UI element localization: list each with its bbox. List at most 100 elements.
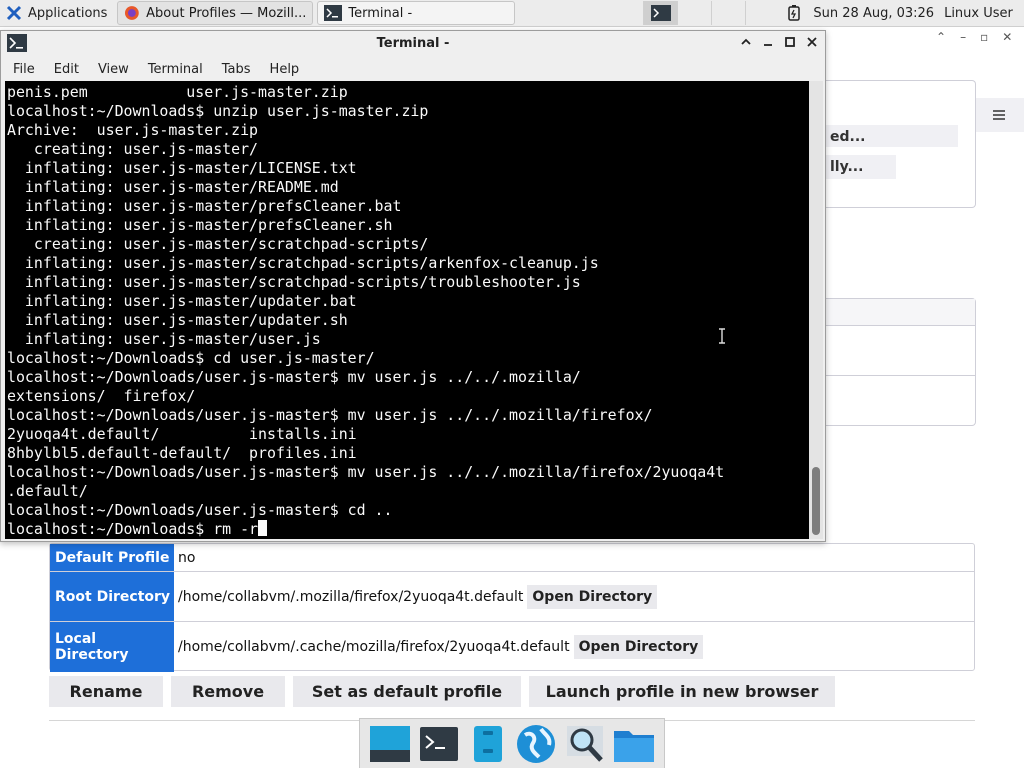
- terminal-line: creating: user.js-master/scratchpad-scri…: [7, 235, 429, 253]
- menu-file[interactable]: File: [1, 58, 42, 80]
- terminal-line: inflating: user.js-master/updater.sh: [7, 311, 348, 329]
- profile-actions: Rename Remove Set as default profile Lau…: [49, 676, 835, 707]
- close-icon[interactable]: [805, 35, 819, 49]
- table-row: Root Directory /home/collabvm/.mozilla/f…: [50, 571, 974, 622]
- open-root-directory-button[interactable]: Open Directory: [527, 585, 658, 609]
- terminal-icon: [650, 5, 671, 21]
- battery-icon: [788, 5, 801, 21]
- dock: [359, 718, 665, 768]
- file-manager-icon: [473, 725, 502, 762]
- battery-indicator[interactable]: [781, 1, 807, 25]
- terminal-text: penis.pem user.js-master.zip localhost:~/…: [5, 81, 809, 539]
- dock-folder[interactable]: [612, 722, 656, 766]
- terminal-line: Archive: user.js-master.zip: [7, 121, 259, 139]
- taskbar-item-label: Terminal -: [348, 5, 413, 21]
- maximize-restore-icon[interactable]: ⌃: [936, 30, 946, 48]
- applications-menu-button[interactable]: Applications: [0, 1, 113, 25]
- terminal-line: 8hbylbl5.default-default/ profiles.ini: [7, 444, 357, 462]
- firefox-window-controls: ⌃ – ▫ ✕: [936, 30, 1024, 48]
- terminal-line: inflating: user.js-master/updater.bat: [7, 292, 357, 310]
- launch-profile-button[interactable]: Launch profile in new browser: [529, 676, 835, 707]
- maximize-icon[interactable]: [783, 35, 797, 49]
- row-key: Local Directory: [50, 622, 174, 672]
- table-row: Default Profile no: [50, 544, 974, 571]
- menu-tabs[interactable]: Tabs: [210, 58, 258, 80]
- row-value: no: [178, 549, 196, 566]
- terminal-menubar: File Edit View Terminal Tabs Help: [1, 58, 306, 80]
- dock-file-manager[interactable]: [466, 722, 510, 766]
- terminal-line: penis.pem user.js-master.zip: [7, 83, 348, 101]
- terminal-line: inflating: user.js-master/user.js: [7, 330, 321, 348]
- dock-web-browser[interactable]: [514, 722, 558, 766]
- taskbar-item-firefox[interactable]: About Profiles — Mozill...: [117, 1, 314, 25]
- partial-button[interactable]: ed...: [822, 125, 958, 147]
- dock-search[interactable]: [563, 722, 607, 766]
- menu-edit[interactable]: Edit: [42, 58, 86, 80]
- terminal-line: .default/: [7, 482, 88, 500]
- set-default-profile-button[interactable]: Set as default profile: [293, 676, 521, 707]
- minimize-icon[interactable]: [761, 35, 775, 49]
- magnifier-search-icon: [566, 725, 603, 762]
- terminal-icon: [419, 726, 458, 761]
- workspace-4[interactable]: [745, 1, 779, 25]
- row-key: Default Profile: [50, 544, 174, 571]
- terminal-line: localhost:~/Downloads$ cd user.js-master…: [7, 349, 375, 367]
- maximize-icon[interactable]: ▫: [980, 30, 988, 48]
- close-icon[interactable]: ✕: [1002, 30, 1012, 48]
- taskbar-item-label: About Profiles — Mozill...: [146, 5, 307, 21]
- web-browser-globe-icon: [517, 724, 556, 763]
- partial-button[interactable]: lly...: [822, 155, 896, 179]
- row-value: /home/collabvm/.mozilla/firefox/2yuoqa4t…: [178, 589, 524, 605]
- terminal-line: 2yuoqa4t.default/ installs.ini: [7, 425, 357, 443]
- taskbar-item-terminal[interactable]: Terminal -: [317, 1, 516, 25]
- xfce-logo-icon: [6, 5, 22, 21]
- terminal-scrollbar[interactable]: [809, 81, 823, 539]
- dock-show-desktop[interactable]: [368, 722, 412, 766]
- terminal-prompt-line: localhost:~/Downloads$ rm -r: [7, 520, 259, 538]
- ibeam-cursor-icon: [719, 328, 725, 344]
- scrollbar-thumb[interactable]: [812, 467, 820, 535]
- table-row: Local Directory /home/collabvm/.cache/mo…: [50, 621, 974, 672]
- terminal-line: inflating: user.js-master/README.md: [7, 178, 339, 196]
- terminal-line: localhost:~/Downloads/user.js-master$ mv…: [7, 463, 725, 481]
- profile-details-table: Default Profile no Root Directory /home/…: [49, 543, 975, 672]
- workspace-2[interactable]: [677, 1, 711, 25]
- menu-help[interactable]: Help: [258, 58, 307, 80]
- terminal-line: inflating: user.js-master/prefsCleaner.s…: [7, 216, 393, 234]
- firefox-profile-card: [812, 298, 976, 426]
- folder-icon: [613, 730, 654, 762]
- workspace-3[interactable]: [711, 1, 745, 25]
- terminal-titlebar[interactable]: Terminal -: [1, 31, 825, 56]
- menu-terminal[interactable]: Terminal: [136, 58, 210, 80]
- user-menu[interactable]: Linux User: [940, 1, 1019, 25]
- terminal-window[interactable]: Terminal - File Edit View Terminal Tabs …: [0, 30, 826, 542]
- terminal-line: localhost:~/Downloads$ unzip user.js-mas…: [7, 102, 429, 120]
- row-key: Root Directory: [50, 572, 174, 622]
- hamburger-menu-icon[interactable]: [990, 106, 1008, 124]
- terminal-line: inflating: user.js-master/scratchpad-scr…: [7, 254, 599, 272]
- workspace-1[interactable]: [643, 1, 678, 25]
- terminal-line: localhost:~/Downloads/user.js-master$ mv…: [7, 368, 581, 386]
- applications-label: Applications: [28, 5, 108, 21]
- terminal-line: localhost:~/Downloads/user.js-master$ mv…: [7, 406, 653, 424]
- clock[interactable]: Sun 28 Aug, 03:26: [807, 1, 940, 25]
- rename-button[interactable]: Rename: [49, 676, 163, 707]
- terminal-line: extensions/ firefox/: [7, 387, 196, 405]
- terminal-icon: [324, 5, 343, 21]
- terminal-line: inflating: user.js-master/scratchpad-scr…: [7, 273, 581, 291]
- remove-button[interactable]: Remove: [171, 676, 285, 707]
- minimize-icon[interactable]: –: [960, 30, 966, 48]
- shade-icon[interactable]: [739, 35, 753, 49]
- terminal-line: inflating: user.js-master/prefsCleaner.b…: [7, 197, 402, 215]
- show-desktop-icon: [370, 725, 411, 762]
- menu-view[interactable]: View: [86, 58, 136, 80]
- firefox-info-card: ed... lly...: [812, 80, 976, 208]
- text-cursor: [258, 520, 268, 536]
- terminal-line: localhost:~/Downloads/user.js-master$ cd…: [7, 501, 393, 519]
- dock-terminal[interactable]: [417, 722, 461, 766]
- top-panel: Applications About Profiles — Mozill... …: [0, 0, 1024, 27]
- terminal-line: inflating: user.js-master/LICENSE.txt: [7, 159, 357, 177]
- window-title: Terminal -: [376, 36, 450, 51]
- open-local-directory-button[interactable]: Open Directory: [573, 635, 704, 659]
- terminal-output[interactable]: penis.pem user.js-master.zip localhost:~/…: [5, 81, 809, 539]
